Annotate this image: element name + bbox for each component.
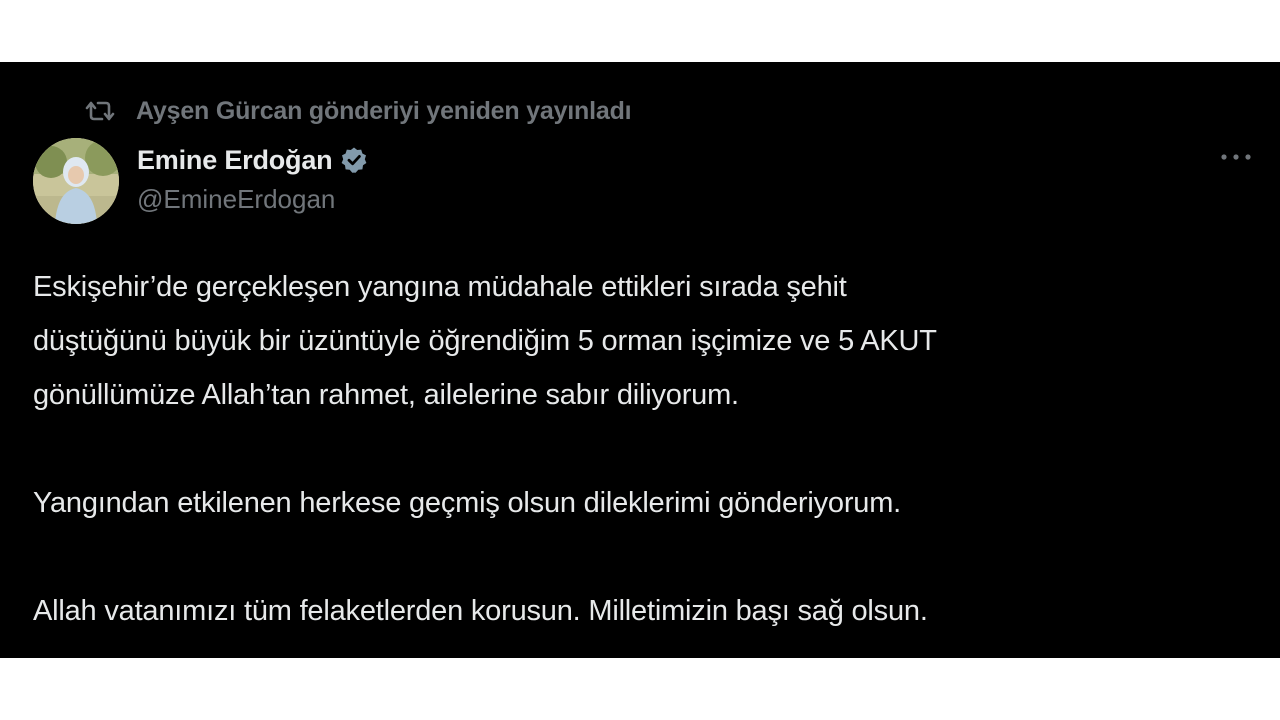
tweet-text: Eskişehir’de gerçekleşen yangına müdahal…: [33, 260, 1248, 638]
handle[interactable]: @EmineErdogan: [137, 184, 370, 215]
tweet-line: gönüllümüze Allah’tan rahmet, ailelerine…: [33, 379, 739, 411]
verified-badge-icon[interactable]: [340, 145, 370, 175]
name-row: Emine Erdoğan: [137, 144, 370, 176]
tweet-line: Eskişehir’de gerçekleşen yangına müdahal…: [33, 271, 847, 303]
tweet-line: Allah vatanımızı tüm felaketlerden korus…: [33, 595, 928, 627]
repost-indicator[interactable]: Ayşen Gürcan gönderiyi yeniden yayınladı: [84, 96, 632, 126]
repost-text[interactable]: Ayşen Gürcan gönderiyi yeniden yayınladı: [136, 97, 632, 126]
repost-icon: [84, 98, 116, 124]
tweet-line: Yangından etkilenen herkese geçmiş olsun…: [33, 487, 902, 519]
author-block: Emine Erdoğan @EmineErdogan: [137, 144, 370, 215]
page: Ayşen Gürcan gönderiyi yeniden yayınladı…: [0, 0, 1280, 720]
display-name[interactable]: Emine Erdoğan: [137, 145, 333, 176]
tweet-card[interactable]: Ayşen Gürcan gönderiyi yeniden yayınladı…: [0, 62, 1280, 658]
tweet-line: düştüğünü büyük bir üzüntüyle öğrendiğim…: [33, 325, 937, 357]
more-icon: [1221, 154, 1251, 160]
more-button[interactable]: [1216, 144, 1256, 170]
avatar[interactable]: [33, 138, 119, 224]
